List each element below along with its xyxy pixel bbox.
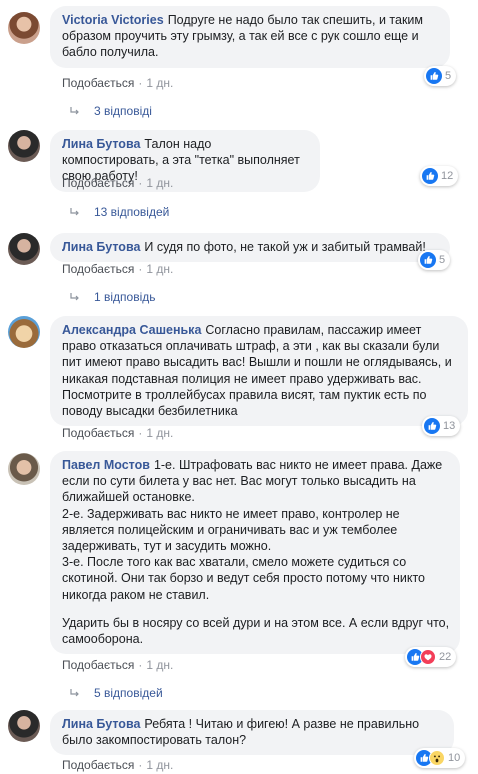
like-button[interactable]: Подобається	[62, 658, 134, 672]
avatar[interactable]	[8, 130, 40, 162]
timestamp[interactable]: 1 дн.	[146, 658, 173, 672]
reaction-summary[interactable]: 5	[418, 250, 451, 270]
reaction-count: 5	[445, 70, 452, 82]
timestamp[interactable]: 1 дн.	[146, 426, 173, 440]
reaction-count: 5	[439, 254, 446, 266]
view-replies-link[interactable]: 13 відповідей	[70, 205, 169, 219]
reaction-count: 12	[441, 170, 454, 182]
replies-count[interactable]: 5 відповідей	[94, 686, 163, 700]
view-replies-link[interactable]: 3 відповіді	[70, 104, 152, 118]
like-button[interactable]: Подобається	[62, 426, 134, 440]
comment-author[interactable]: Victoria Victories	[62, 13, 164, 27]
view-replies-link[interactable]: 5 відповідей	[70, 686, 163, 700]
comment-actions: Подобається · 1 дн.	[62, 262, 174, 276]
replies-count[interactable]: 1 відповідь	[94, 290, 156, 304]
timestamp[interactable]: 1 дн.	[146, 758, 173, 772]
reaction-count: 10	[448, 752, 461, 764]
comment-text: И судя по фото, не такой уж и забитый тр…	[144, 240, 426, 254]
reaction-count: 13	[443, 420, 456, 432]
reply-arrow-icon	[70, 106, 80, 116]
timestamp[interactable]: 1 дн.	[146, 76, 173, 90]
reaction-summary[interactable]: 22	[405, 647, 457, 667]
comment-author[interactable]: Павел Мостов	[62, 458, 150, 472]
comment-bubble: Лина Бутова Ребята ! Читаю и фигею! А раз…	[50, 710, 454, 756]
like-icon	[422, 168, 438, 184]
wow-icon	[429, 750, 445, 766]
like-button[interactable]: Подобається	[62, 758, 134, 772]
comment-bubble: Александра Сашенька Согласно правилам, па…	[50, 316, 468, 427]
reply-arrow-icon	[70, 688, 80, 698]
comment-actions: Подобається · 1 дн.	[62, 658, 174, 672]
reaction-summary[interactable]: 12	[420, 166, 459, 186]
timestamp[interactable]: 1 дн.	[146, 262, 173, 276]
comment-actions: Подобається · 1 дн.	[62, 76, 174, 90]
reply-arrow-icon	[70, 292, 80, 302]
comment-author[interactable]: Лина Бутова	[62, 137, 140, 151]
comment-actions: Подобається · 1 дн.	[62, 176, 174, 190]
avatar[interactable]	[8, 710, 40, 742]
reaction-count: 22	[439, 651, 452, 663]
avatar[interactable]	[8, 233, 40, 265]
love-icon	[420, 649, 436, 665]
comment-bubble: Павел Мостов 1-е. Штрафовать вас никто не…	[50, 451, 460, 655]
comment-text: Ударить бы в носяру со всей дури и на эт…	[62, 615, 450, 647]
comment-text: 1-е. Штрафовать вас никто не имеет права…	[62, 458, 443, 602]
comment-text: Согласно правилам, пассажир имеет право …	[62, 323, 452, 419]
comment-actions: Подобається · 1 дн.	[62, 426, 174, 440]
like-icon	[420, 252, 436, 268]
like-icon	[426, 68, 442, 84]
comment-author[interactable]: Лина Бутова	[62, 240, 140, 254]
avatar[interactable]	[8, 12, 40, 44]
like-icon	[424, 418, 440, 434]
comment-bubble: Лина Бутова И судя по фото, не такой уж и…	[50, 233, 450, 263]
comment-actions: Подобається · 1 дн.	[62, 758, 174, 772]
reaction-summary[interactable]: 5	[424, 66, 457, 86]
replies-count[interactable]: 3 відповіді	[94, 104, 152, 118]
avatar[interactable]	[8, 316, 40, 348]
comment-author[interactable]: Александра Сашенька	[62, 323, 201, 337]
view-replies-link[interactable]: 1 відповідь	[70, 290, 156, 304]
timestamp[interactable]: 1 дн.	[146, 176, 173, 190]
like-button[interactable]: Подобається	[62, 262, 134, 276]
reaction-summary[interactable]: 10	[414, 748, 466, 768]
avatar[interactable]	[8, 453, 40, 485]
comment-author[interactable]: Лина Бутова	[62, 717, 140, 731]
comment-bubble: Victoria Victories Подруге не надо было т…	[50, 6, 450, 68]
reaction-summary[interactable]: 13	[422, 416, 461, 436]
like-button[interactable]: Подобається	[62, 76, 134, 90]
replies-count[interactable]: 13 відповідей	[94, 205, 169, 219]
like-button[interactable]: Подобається	[62, 176, 134, 190]
reply-arrow-icon	[70, 207, 80, 217]
